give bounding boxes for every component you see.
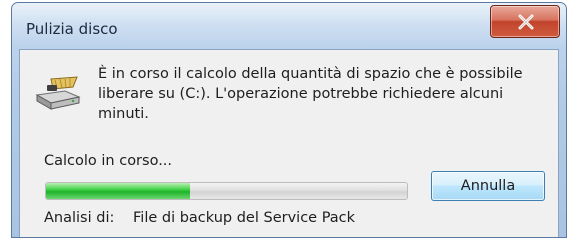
analysis-value: File di backup del Service Pack (133, 210, 356, 226)
window-title: Pulizia disco (26, 20, 118, 38)
dialog-body: È in corso il calcolo della quantità di … (19, 49, 559, 237)
cancel-button[interactable]: Annulla (431, 171, 545, 201)
progress-bar (45, 182, 408, 200)
info-message: È in corso il calcolo della quantità di … (98, 66, 523, 122)
title-bar[interactable]: Pulizia disco (12, 3, 566, 47)
disk-cleanup-icon (35, 76, 81, 110)
analysis-label: Analisi di: (44, 210, 115, 226)
close-button[interactable] (490, 5, 560, 38)
disk-cleanup-window: Pulizia disco È in corso il calcolo dell… (11, 2, 567, 238)
status-text: Calcolo in corso... (44, 153, 173, 169)
progress-fill (46, 183, 191, 199)
close-icon (518, 14, 534, 30)
